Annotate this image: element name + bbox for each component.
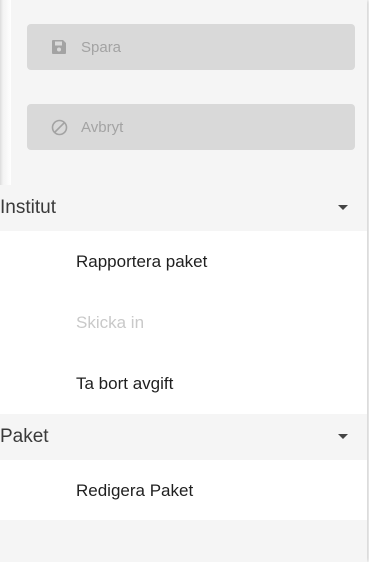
menu-item-skicka-in[interactable]: Skicka in xyxy=(0,292,367,353)
section-title-paket: Paket xyxy=(0,426,49,447)
section-header-paket[interactable]: Paket xyxy=(0,414,367,460)
save-button-label: Spara xyxy=(81,38,122,56)
cancel-button-label: Avbryt xyxy=(81,118,124,136)
menu-item-ta-bort-avgift[interactable]: Ta bort avgift xyxy=(0,353,367,414)
content-area xyxy=(369,0,380,562)
caret-down-icon xyxy=(338,205,348,210)
menu-item-label: Skicka in xyxy=(76,312,145,332)
block-icon xyxy=(50,118,68,136)
section-title-institut: Institut xyxy=(0,197,56,218)
menu-item-label: Redigera Paket xyxy=(76,480,194,500)
section-menu-institut: Rapportera paket Skicka in Ta bort avgif… xyxy=(0,231,367,414)
floppy-disk-icon xyxy=(50,38,68,56)
section-menu-paket: Redigera Paket xyxy=(0,460,367,520)
panel-bottom-space xyxy=(0,520,367,562)
save-button[interactable]: Spara xyxy=(27,24,355,70)
side-panel: Spara Avbryt Institut Rapportera paket S… xyxy=(0,0,367,562)
caret-down-icon xyxy=(338,434,348,439)
app-frame: Spara Avbryt Institut Rapportera paket S… xyxy=(0,0,380,562)
menu-item-redigera-paket[interactable]: Redigera Paket xyxy=(0,460,367,521)
menu-item-label: Rapportera paket xyxy=(76,251,208,271)
section-header-institut[interactable]: Institut xyxy=(0,185,367,231)
menu-item-label: Ta bort avgift xyxy=(76,373,174,393)
menu-item-rapportera-paket[interactable]: Rapportera paket xyxy=(0,231,367,292)
cancel-button[interactable]: Avbryt xyxy=(27,104,355,150)
